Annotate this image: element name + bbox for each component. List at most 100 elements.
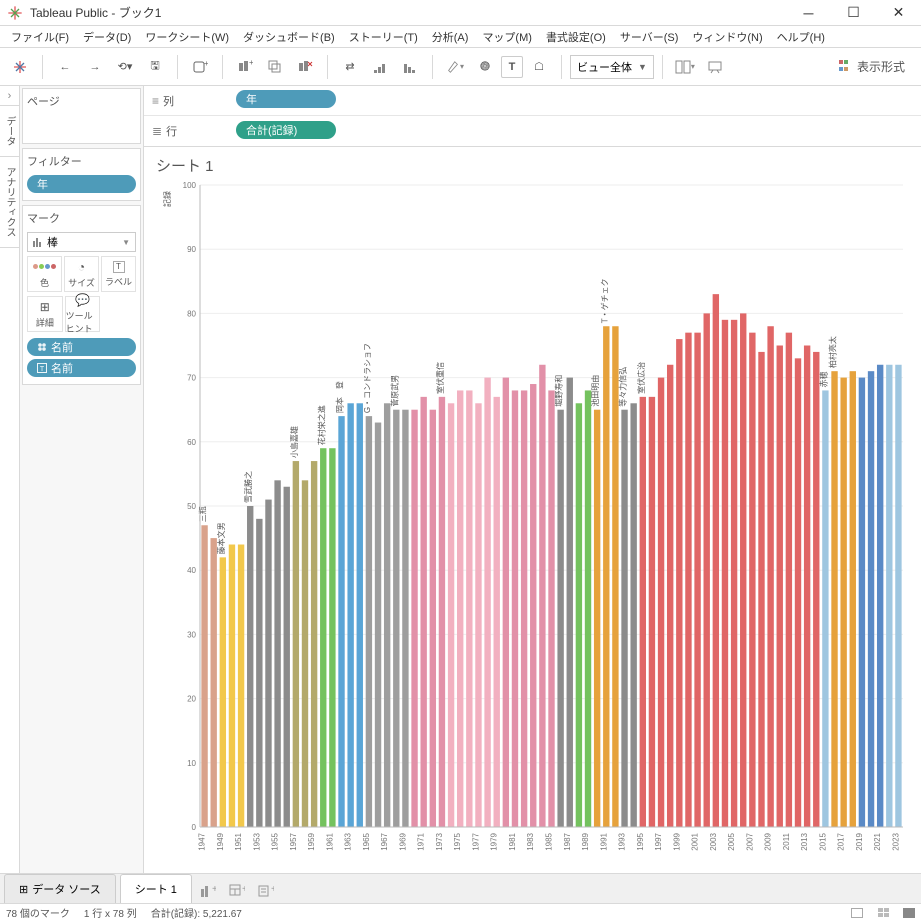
svg-text:室伏重信: 室伏重信 xyxy=(435,362,445,394)
marks-color-button[interactable]: 色 xyxy=(27,256,62,292)
svg-text:池田明由: 池田明由 xyxy=(590,375,600,407)
color-dots-icon xyxy=(37,342,47,352)
new-data-button[interactable]: + xyxy=(186,53,214,81)
tableau-logo-icon xyxy=(6,4,24,22)
menu-window[interactable]: ウィンドウ(N) xyxy=(685,27,769,47)
svg-text:赤穂: 赤穂 xyxy=(818,371,828,387)
collapse-sidebar-button[interactable]: › xyxy=(0,86,19,106)
svg-text:藤本文男: 藤本文男 xyxy=(216,522,226,554)
svg-text:1957: 1957 xyxy=(289,832,298,850)
menu-map[interactable]: マップ(M) xyxy=(475,27,539,47)
svg-text:1981: 1981 xyxy=(508,832,517,850)
highlight-button[interactable]: ▾ xyxy=(441,53,469,81)
datasource-tab[interactable]: ⊞データ ソース xyxy=(4,874,116,903)
svg-text:2009: 2009 xyxy=(764,832,773,850)
new-worksheet-tab-button[interactable]: + xyxy=(195,879,221,903)
marks-size-button[interactable]: ◔サイズ xyxy=(64,256,99,292)
svg-text:+: + xyxy=(212,884,216,895)
svg-text:1975: 1975 xyxy=(453,832,462,850)
duplicate-button[interactable] xyxy=(261,53,289,81)
columns-shelf[interactable]: ≡列 年 xyxy=(144,86,921,116)
show-me-button[interactable]: 表示形式 xyxy=(829,58,915,75)
separator xyxy=(222,55,223,79)
svg-text:0: 0 xyxy=(192,823,197,832)
menu-story[interactable]: ストーリー(T) xyxy=(342,27,425,47)
svg-text:2015: 2015 xyxy=(818,832,827,850)
svg-text:三瓶: 三瓶 xyxy=(198,506,208,522)
side-tab-data[interactable]: データ xyxy=(0,106,19,157)
bar-icon xyxy=(33,237,43,247)
mark-type-dropdown[interactable]: 棒 ▼ xyxy=(27,232,136,252)
rows-pill-sum[interactable]: 合計(記録) xyxy=(236,121,336,139)
minimize-button[interactable]: ─ xyxy=(786,0,831,26)
show-me-label: 表示形式 xyxy=(857,58,905,75)
presentation-button[interactable] xyxy=(701,53,729,81)
fit-dropdown[interactable]: ビュー全体 ▼ xyxy=(570,55,654,79)
menu-worksheet[interactable]: ワークシート(W) xyxy=(138,27,236,47)
filters-card: フィルター 年 xyxy=(22,148,141,201)
svg-text:堀野寿和: 堀野寿和 xyxy=(554,375,564,407)
chevron-down-icon: ▼ xyxy=(638,62,647,72)
pages-title: ページ xyxy=(27,93,136,109)
show-cards-button[interactable]: ▾ xyxy=(671,53,699,81)
back-button[interactable]: ← xyxy=(51,53,79,81)
group-button[interactable]: 𖣐 xyxy=(471,53,499,81)
menu-dashboard[interactable]: ダッシュボード(B) xyxy=(236,27,342,47)
viz-title: シート 1 xyxy=(156,155,214,176)
svg-text:1987: 1987 xyxy=(563,832,572,850)
swap-button[interactable]: ⇄ xyxy=(336,53,364,81)
status-marks: 78 個のマーク xyxy=(6,905,70,920)
new-story-tab-button[interactable]: + xyxy=(253,879,279,903)
viz-area[interactable]: シート 1 0102030405060708090100記録1947三瓶1949… xyxy=(144,147,921,873)
refresh-button[interactable]: ⟲▾ xyxy=(111,53,139,81)
sort-asc-button[interactable] xyxy=(366,53,394,81)
sort-desc-button[interactable] xyxy=(396,53,424,81)
svg-text:2003: 2003 xyxy=(709,832,718,850)
text-button[interactable]: T xyxy=(501,56,523,78)
separator xyxy=(561,55,562,79)
svg-text:T・ゲチェク: T・ゲチェク xyxy=(599,278,609,323)
svg-text:10: 10 xyxy=(187,759,196,768)
tableau-icon[interactable] xyxy=(6,53,34,81)
left-panel: ページ フィルター 年 マーク 棒 ▼ 色 ◔サイズ Tラベル ⊞詳細 💬ツール… xyxy=(20,86,144,873)
forward-button[interactable]: → xyxy=(81,53,109,81)
menu-data[interactable]: データ(D) xyxy=(76,27,138,47)
columns-pill-year[interactable]: 年 xyxy=(236,90,336,108)
shelves: ≡列 年 ≣行 合計(記録) xyxy=(144,86,921,147)
marks-color-pill[interactable]: 名前 xyxy=(27,338,136,356)
svg-text:G・コンドラショフ: G・コンドラショフ xyxy=(363,343,372,413)
filter-pill-year[interactable]: 年 xyxy=(27,175,136,193)
marks-tooltip-button[interactable]: 💬ツールヒント xyxy=(65,296,101,332)
rows-shelf[interactable]: ≣行 合計(記録) xyxy=(144,116,921,146)
marks-label-button[interactable]: Tラベル xyxy=(101,256,136,292)
svg-text:1979: 1979 xyxy=(490,832,499,850)
svg-text:1961: 1961 xyxy=(325,832,334,850)
maximize-button[interactable]: ☐ xyxy=(831,0,876,26)
status-view-icon-3[interactable] xyxy=(903,908,915,918)
menu-format[interactable]: 書式設定(O) xyxy=(539,27,613,47)
pin-button[interactable]: ☖ xyxy=(525,53,553,81)
side-tab-analytics[interactable]: アナリティクス xyxy=(0,157,19,248)
svg-text:1989: 1989 xyxy=(581,832,590,850)
close-button[interactable]: ✕ xyxy=(876,0,921,26)
new-worksheet-button[interactable]: + xyxy=(231,53,259,81)
svg-text:30: 30 xyxy=(187,630,196,639)
save-button[interactable]: 🖫 xyxy=(141,53,169,81)
menu-analysis[interactable]: 分析(A) xyxy=(425,27,476,47)
status-view-icon-1[interactable] xyxy=(851,908,863,918)
marks-label-pill[interactable]: T 名前 xyxy=(27,359,136,377)
sheet-tab-active[interactable]: シート 1 xyxy=(120,874,192,903)
svg-text:70: 70 xyxy=(187,374,196,383)
menu-file[interactable]: ファイル(F) xyxy=(4,27,76,47)
marks-detail-button[interactable]: ⊞詳細 xyxy=(27,296,63,332)
separator xyxy=(432,55,433,79)
new-dashboard-tab-button[interactable]: + xyxy=(224,879,250,903)
svg-text:1951: 1951 xyxy=(234,832,243,850)
clear-button[interactable] xyxy=(291,53,319,81)
svg-text:1977: 1977 xyxy=(471,832,480,850)
status-view-icon-2[interactable] xyxy=(877,908,889,918)
menu-help[interactable]: ヘルプ(H) xyxy=(770,27,832,47)
status-sum: 合計(記録): 5,221.67 xyxy=(151,905,242,920)
menu-server[interactable]: サーバー(S) xyxy=(613,27,686,47)
chart-svg: 0102030405060708090100記録1947三瓶1949藤本文男19… xyxy=(154,181,911,863)
